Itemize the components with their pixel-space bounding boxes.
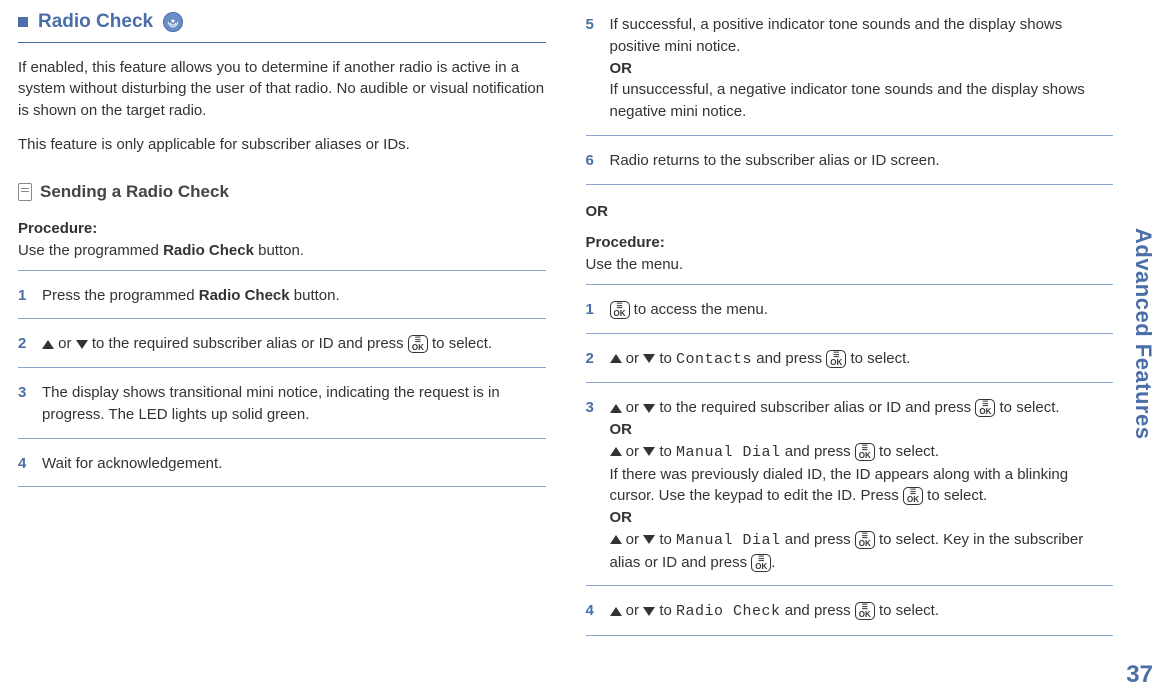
- step-1: 1 Press the programmed Radio Check butto…: [18, 279, 546, 311]
- step-divider: [586, 585, 1114, 586]
- down-arrow-icon: [643, 354, 655, 363]
- step-divider: [18, 367, 546, 368]
- step-body: or to Contacts and press OK to select.: [610, 348, 1114, 371]
- intro-paragraph-2: This feature is only applicable for subs…: [18, 134, 546, 156]
- step-number: 4: [18, 453, 32, 475]
- ok-button-icon: OK: [903, 487, 923, 505]
- ok-button-icon: OK: [855, 443, 875, 461]
- step-divider: [18, 486, 546, 487]
- step-body: or to Radio Check and press OK to select…: [610, 600, 1114, 623]
- step-divider: [586, 382, 1114, 383]
- step-number: 2: [18, 333, 32, 355]
- procedure-label: Procedure:: [18, 218, 546, 240]
- step-divider: [586, 333, 1114, 334]
- step-body: OK to access the menu.: [610, 299, 1114, 321]
- menu-step-4: 4 or to Radio Check and press OK to sele…: [586, 594, 1114, 627]
- up-arrow-icon: [42, 340, 54, 349]
- menu-step-3: 3 or to the required subscriber alias or…: [586, 391, 1114, 577]
- section-divider: [18, 42, 546, 43]
- step-body: If successful, a positive indicator tone…: [610, 14, 1114, 123]
- step-body: Wait for acknowledgement.: [42, 453, 546, 475]
- down-arrow-icon: [643, 607, 655, 616]
- intro-paragraph-1: If enabled, this feature allows you to d…: [18, 57, 546, 122]
- step-body: Press the programmed Radio Check button.: [42, 285, 546, 307]
- sidebar-label: Advanced Features: [1130, 228, 1156, 439]
- ok-button-icon: OK: [826, 350, 846, 368]
- ok-button-icon: OK: [408, 335, 428, 353]
- step-number: 5: [586, 14, 600, 123]
- subsection-header: Sending a Radio Check: [18, 180, 546, 205]
- step-4: 4 Wait for acknowledgement.: [18, 447, 546, 479]
- step-2: 2 or to the required subscriber alias or…: [18, 327, 546, 359]
- step-5: 5 If successful, a positive indicator to…: [586, 8, 1114, 127]
- step-body: Radio returns to the subscriber alias or…: [610, 150, 1114, 172]
- ok-button-icon: OK: [751, 554, 771, 572]
- step-divider: [18, 318, 546, 319]
- ok-button-icon: OK: [610, 301, 630, 319]
- ok-button-icon: OK: [855, 531, 875, 549]
- step-number: 3: [18, 382, 32, 426]
- step-divider: [586, 184, 1114, 185]
- step-divider: [18, 438, 546, 439]
- up-arrow-icon: [610, 535, 622, 544]
- down-arrow-icon: [643, 447, 655, 456]
- radio-check-icon: [163, 12, 183, 32]
- down-arrow-icon: [643, 535, 655, 544]
- step-number: 4: [586, 600, 600, 623]
- up-arrow-icon: [610, 354, 622, 363]
- ok-button-icon: OK: [855, 602, 875, 620]
- or-separator: OR: [586, 201, 1114, 223]
- step-divider: [586, 135, 1114, 136]
- up-arrow-icon: [610, 404, 622, 413]
- up-arrow-icon: [610, 607, 622, 616]
- page-content: Radio Check If enabled, this feature all…: [0, 0, 1163, 697]
- section-bullet-icon: [18, 17, 28, 27]
- step-6: 6 Radio returns to the subscriber alias …: [586, 144, 1114, 176]
- step-body: The display shows transitional mini noti…: [42, 382, 546, 426]
- step-number: 3: [586, 397, 600, 573]
- step-3: 3 The display shows transitional mini no…: [18, 376, 546, 430]
- page-number: 37: [1126, 661, 1153, 689]
- step-body: or to the required subscriber alias or I…: [42, 333, 546, 355]
- procedure-intro-2: Use the menu.: [586, 254, 1114, 276]
- procedure-intro: Use the programmed Radio Check button.: [18, 240, 546, 262]
- up-arrow-icon: [610, 447, 622, 456]
- step-number: 2: [586, 348, 600, 371]
- subsection-title: Sending a Radio Check: [40, 180, 229, 205]
- step-divider: [18, 270, 546, 271]
- menu-step-1: 1 OK to access the menu.: [586, 293, 1114, 325]
- step-body: or to the required subscriber alias or I…: [610, 397, 1114, 573]
- step-divider: [586, 635, 1114, 636]
- step-number: 6: [586, 150, 600, 172]
- section-title: Radio Check: [38, 8, 153, 36]
- procedure-label-2: Procedure:: [586, 232, 1114, 254]
- right-column: 5 If successful, a positive indicator to…: [586, 8, 1114, 689]
- left-column: Radio Check If enabled, this feature all…: [18, 8, 546, 689]
- ok-button-icon: OK: [975, 399, 995, 417]
- down-arrow-icon: [76, 340, 88, 349]
- menu-step-2: 2 or to Contacts and press OK to select.: [586, 342, 1114, 375]
- step-number: 1: [586, 299, 600, 321]
- down-arrow-icon: [643, 404, 655, 413]
- sidebar-tab: Advanced Features: [1127, 20, 1159, 647]
- procedure-icon: [18, 183, 32, 201]
- step-number: 1: [18, 285, 32, 307]
- section-title-row: Radio Check: [18, 8, 546, 36]
- step-divider: [586, 284, 1114, 285]
